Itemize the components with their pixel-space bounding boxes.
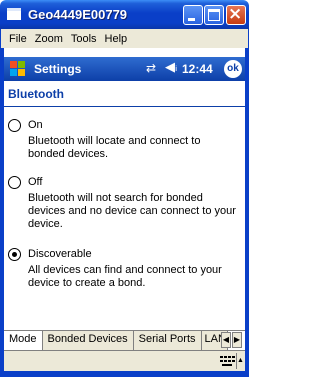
nav-bar: Settings ⇄ ◀ᵢ 12:44 ok: [4, 57, 245, 81]
tab-scroll-left-icon[interactable]: ◀: [221, 332, 231, 348]
header-divider: [4, 106, 245, 107]
flag-yellow: [18, 69, 25, 76]
page-title: Bluetooth: [8, 87, 64, 101]
keyboard-key: [224, 356, 227, 358]
tab-scroll-right-icon[interactable]: ▶: [232, 332, 242, 348]
keyboard-icon[interactable]: [219, 354, 235, 368]
window-bottom-edge: [0, 371, 249, 377]
start-flag-icon[interactable]: [10, 61, 26, 77]
close-button[interactable]: ×: [226, 4, 246, 25]
window-title: Geo4449E00779: [28, 7, 128, 22]
menu-bar: File Zoom Tools Help: [0, 29, 249, 48]
option-discoverable-description: All devices can find and connect to your…: [28, 264, 222, 289]
tab-strip: Mode Bonded Devices Serial Ports LAN ◀ ▶: [4, 330, 245, 350]
option-off-description: Bluetooth will not search for bonded dev…: [28, 192, 236, 230]
keyboard-key: [232, 360, 235, 362]
tab-mode[interactable]: Mode: [4, 331, 43, 350]
radio-off[interactable]: [8, 176, 21, 189]
minimize-button[interactable]: [183, 5, 203, 25]
keyboard-key: [220, 360, 223, 362]
input-menu-arrow-icon[interactable]: ▲: [236, 353, 244, 369]
ok-button[interactable]: ok: [224, 60, 242, 78]
option-off-label[interactable]: Off: [28, 176, 42, 188]
radio-on[interactable]: [8, 119, 21, 132]
minimize-icon: [188, 18, 195, 21]
keyboard-key: [228, 356, 231, 358]
menu-file[interactable]: File: [5, 33, 31, 45]
keyboard-key: [220, 356, 223, 358]
page-header: Bluetooth: [4, 85, 245, 107]
bottom-bar: ▲: [4, 350, 245, 371]
flag-green: [18, 61, 25, 68]
clock[interactable]: 12:44: [182, 62, 213, 76]
close-icon: ×: [228, 4, 243, 24]
radio-discoverable[interactable]: [8, 248, 21, 261]
option-on-label[interactable]: On: [28, 119, 43, 131]
window-app-icon: [7, 8, 21, 20]
menu-zoom[interactable]: Zoom: [31, 33, 67, 45]
maximize-icon: [208, 9, 220, 21]
flag-blue: [10, 69, 17, 76]
keyboard-key: [224, 360, 227, 362]
window-titlebar[interactable]: Geo4449E00779 ×: [0, 0, 249, 29]
keyboard-spacebar: [222, 364, 232, 366]
menu-tools[interactable]: Tools: [67, 33, 101, 45]
volume-icon[interactable]: ◀ᵢ: [165, 60, 177, 75]
tab-serial-ports[interactable]: Serial Ports: [133, 331, 202, 350]
keyboard-key: [228, 360, 231, 362]
tab-bonded-devices[interactable]: Bonded Devices: [42, 331, 134, 350]
nav-title: Settings: [34, 62, 82, 76]
maximize-button[interactable]: [204, 5, 224, 25]
option-discoverable-label[interactable]: Discoverable: [28, 248, 92, 260]
keyboard-key: [232, 356, 235, 358]
option-on-description: Bluetooth will locate and connect to bon…: [28, 135, 201, 160]
menu-help[interactable]: Help: [101, 33, 132, 45]
flag-red: [10, 61, 17, 68]
connectivity-icon[interactable]: ⇄: [146, 61, 156, 75]
